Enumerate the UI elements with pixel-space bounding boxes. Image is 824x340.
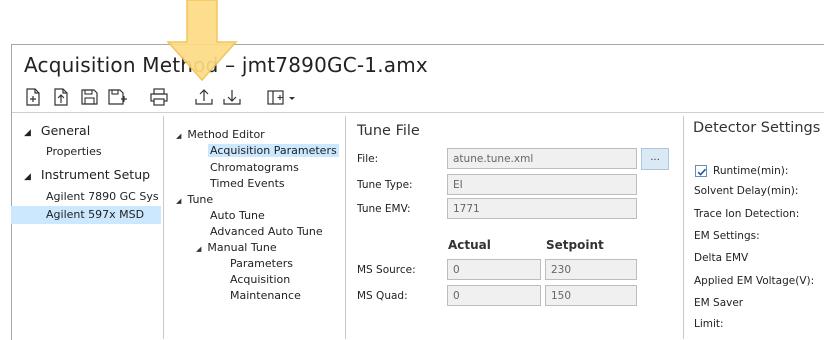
delta-emv-label: Delta EMV	[694, 252, 749, 264]
upload-icon[interactable]	[193, 86, 215, 108]
nav-msd[interactable]: Agilent 597x MSD	[11, 206, 161, 224]
runtime-checkbox[interactable]	[695, 165, 707, 177]
new-method-icon[interactable]	[22, 86, 44, 108]
nav-properties-label: Properties	[46, 145, 102, 158]
collapse-triangle-icon[interactable]: ◢	[196, 245, 201, 253]
collapse-triangle-icon[interactable]: ◢	[176, 197, 181, 205]
ms-quad-actual-field[interactable]: 0	[447, 285, 541, 306]
solvent-delay-label: Solvent Delay(min):	[694, 185, 799, 197]
em-settings-label: EM Settings:	[694, 230, 760, 242]
tree-manual-tune-label: Manual Tune	[207, 241, 277, 254]
collapse-triangle-icon[interactable]: ◢	[176, 132, 181, 140]
tree-acquisition-label: Acquisition	[230, 273, 291, 286]
tune-type-field[interactable]: EI	[447, 174, 637, 195]
applied-em-voltage-label: Applied EM Voltage(V):	[694, 275, 815, 287]
tree-acquisition[interactable]: Acquisition	[230, 273, 290, 286]
callout-arrow-icon	[165, 0, 239, 82]
ms-source-actual-field[interactable]: 0	[447, 259, 541, 280]
tree-acquisition-parameters-label: Acquisition Parameters	[208, 144, 339, 157]
tree-maintenance[interactable]: Maintenance	[230, 289, 301, 302]
left-nav: ◢ General Properties ◢ Instrument Setup Ag…	[11, 116, 163, 339]
trace-ion-label: Trace Ion Detection:	[694, 208, 800, 220]
runtime-label: Runtime(min):	[713, 165, 789, 177]
nav-gc-system-label: Agilent 7890 GC Syste	[46, 190, 159, 203]
toolbar-divider	[12, 112, 824, 113]
nav-general[interactable]: ◢ General	[24, 123, 90, 138]
tree-method-editor-label: Method Editor	[187, 128, 265, 141]
actual-header: Actual	[448, 238, 491, 252]
tree-acquisition-parameters[interactable]: Acquisition Parameters	[208, 144, 339, 157]
download-icon[interactable]	[221, 86, 243, 108]
open-method-icon[interactable]	[50, 86, 72, 108]
tree-tune-label: Tune	[187, 193, 214, 206]
tree-tune[interactable]: ◢ Tune	[176, 193, 213, 206]
checkmark-icon	[697, 168, 707, 176]
nav-instrument-setup-label: Instrument Setup	[40, 167, 151, 182]
setpoint-header: Setpoint	[546, 238, 604, 252]
ms-quad-setpoint-field[interactable]: 150	[545, 285, 637, 306]
ms-source-label: MS Source:	[357, 264, 416, 276]
ms-quad-label: MS Quad:	[357, 290, 408, 302]
save-icon[interactable]	[78, 86, 100, 108]
tree-parameters-label: Parameters	[230, 257, 293, 270]
nav-divider	[163, 116, 164, 339]
browse-button[interactable]: ...	[641, 148, 669, 170]
detector-divider	[683, 116, 684, 339]
tree-chromatograms-label: Chromatograms	[210, 161, 299, 174]
tree-auto-tune[interactable]: Auto Tune	[210, 209, 265, 222]
tree-divider	[345, 116, 346, 339]
detector-settings-title: Detector Settings	[693, 120, 821, 136]
layout-dropdown-icon[interactable]	[265, 86, 301, 108]
file-field[interactable]: atune.tune.xml	[447, 148, 637, 169]
tree-chromatograms[interactable]: Chromatograms	[210, 161, 299, 174]
em-saver-label: EM Saver	[694, 297, 744, 309]
tree-advanced-auto-tune[interactable]: Advanced Auto Tune	[210, 225, 323, 238]
tune-type-label: Tune Type:	[357, 179, 413, 191]
tune-emv-field[interactable]: 1771	[447, 198, 637, 219]
tree-timed-events[interactable]: Timed Events	[210, 177, 285, 190]
collapse-triangle-icon[interactable]: ◢	[24, 128, 31, 138]
nav-properties[interactable]: Properties	[46, 145, 102, 158]
nav-msd-label: Agilent 597x MSD	[46, 208, 145, 221]
tune-emv-label: Tune EMV:	[357, 203, 411, 215]
tree-method-editor[interactable]: ◢ Method Editor	[176, 128, 265, 141]
ms-source-setpoint-field[interactable]: 230	[545, 259, 637, 280]
tree-timed-events-label: Timed Events	[210, 177, 285, 190]
nav-gc-system[interactable]: Agilent 7890 GC Syste	[46, 190, 159, 203]
nav-instrument-setup[interactable]: ◢ Instrument Setup	[24, 167, 150, 182]
tree-manual-tune[interactable]: ◢ Manual Tune	[196, 241, 277, 254]
tree-auto-tune-label: Auto Tune	[210, 209, 265, 222]
print-icon[interactable]	[148, 86, 170, 108]
collapse-triangle-icon[interactable]: ◢	[24, 172, 31, 182]
tree-maintenance-label: Maintenance	[230, 289, 301, 302]
tree-advanced-auto-tune-label: Advanced Auto Tune	[210, 225, 323, 238]
save-as-icon[interactable]	[106, 86, 128, 108]
tree-parameters[interactable]: Parameters	[230, 257, 293, 270]
nav-general-label: General	[40, 123, 91, 138]
limit-label: Limit:	[694, 318, 724, 330]
tune-file-title: Tune File	[357, 123, 420, 139]
file-label: File:	[357, 153, 379, 165]
